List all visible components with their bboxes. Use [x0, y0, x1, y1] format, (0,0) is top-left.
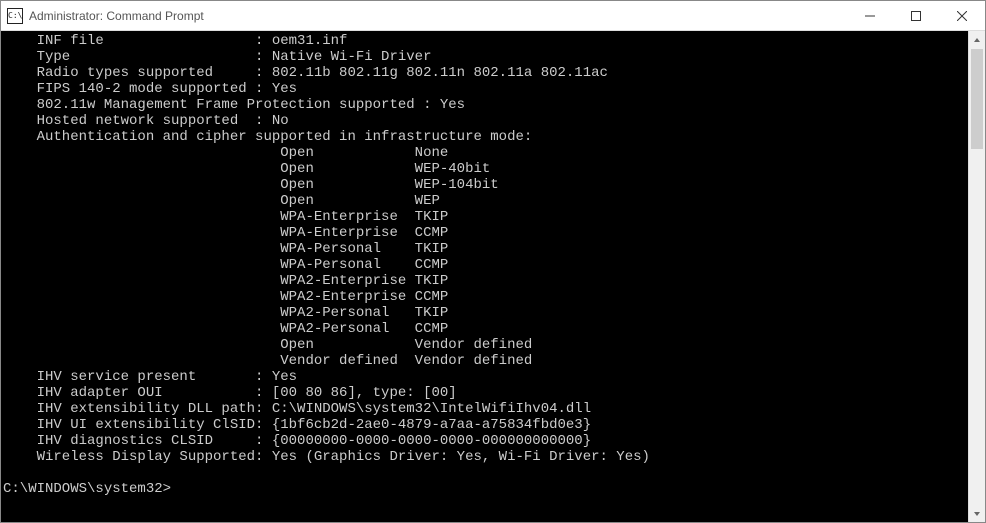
terminal-line: WPA2-Enterprise TKIP: [3, 273, 966, 289]
terminal-line: Open WEP-104bit: [3, 177, 966, 193]
terminal-line: [3, 465, 966, 481]
terminal-line: Hosted network supported : No: [3, 113, 966, 129]
terminal-line: Type : Native Wi-Fi Driver: [3, 49, 966, 65]
client-area: INF file : oem31.inf Type : Native Wi-Fi…: [1, 31, 985, 522]
terminal-line: WPA-Enterprise CCMP: [3, 225, 966, 241]
scroll-up-button[interactable]: [969, 31, 985, 48]
terminal-line: IHV diagnostics CLSID : {00000000-0000-0…: [3, 433, 966, 449]
terminal-line: WPA2-Personal TKIP: [3, 305, 966, 321]
terminal-line: Vendor defined Vendor defined: [3, 353, 966, 369]
chevron-up-icon: [973, 36, 981, 44]
window-title: Administrator: Command Prompt: [29, 9, 847, 23]
scroll-down-button[interactable]: [969, 505, 985, 522]
titlebar[interactable]: C:\ Administrator: Command Prompt: [1, 1, 985, 31]
close-button[interactable]: [939, 1, 985, 30]
maximize-button[interactable]: [893, 1, 939, 30]
terminal-line: Wireless Display Supported: Yes (Graphic…: [3, 449, 966, 465]
terminal-line: WPA-Personal TKIP: [3, 241, 966, 257]
window-controls: [847, 1, 985, 30]
terminal-line: 802.11w Management Frame Protection supp…: [3, 97, 966, 113]
terminal-line: Open Vendor defined: [3, 337, 966, 353]
terminal-line: Radio types supported : 802.11b 802.11g …: [3, 65, 966, 81]
terminal-line: Open WEP: [3, 193, 966, 209]
terminal-line: WPA2-Personal CCMP: [3, 321, 966, 337]
terminal-line: INF file : oem31.inf: [3, 33, 966, 49]
maximize-icon: [911, 11, 921, 21]
command-prompt-window: C:\ Administrator: Command Prompt INF fi…: [0, 0, 986, 523]
terminal-line: Open WEP-40bit: [3, 161, 966, 177]
terminal-line: IHV adapter OUI : [00 80 86], type: [00]: [3, 385, 966, 401]
terminal-line: WPA-Enterprise TKIP: [3, 209, 966, 225]
scroll-thumb[interactable]: [971, 49, 983, 149]
terminal-line: WPA2-Enterprise CCMP: [3, 289, 966, 305]
close-icon: [957, 11, 967, 21]
chevron-down-icon: [973, 510, 981, 518]
terminal-line: IHV UI extensibility ClSID: {1bf6cb2d-2a…: [3, 417, 966, 433]
terminal-output[interactable]: INF file : oem31.inf Type : Native Wi-Fi…: [1, 31, 968, 522]
command-prompt[interactable]: C:\WINDOWS\system32>: [3, 481, 966, 497]
terminal-line: Open None: [3, 145, 966, 161]
terminal-line: WPA-Personal CCMP: [3, 257, 966, 273]
terminal-line: IHV extensibility DLL path: C:\WINDOWS\s…: [3, 401, 966, 417]
terminal-line: FIPS 140-2 mode supported : Yes: [3, 81, 966, 97]
terminal-line: Authentication and cipher supported in i…: [3, 129, 966, 145]
terminal-line: IHV service present : Yes: [3, 369, 966, 385]
minimize-button[interactable]: [847, 1, 893, 30]
app-icon: C:\: [7, 8, 23, 24]
vertical-scrollbar[interactable]: [968, 31, 985, 522]
minimize-icon: [865, 11, 875, 21]
